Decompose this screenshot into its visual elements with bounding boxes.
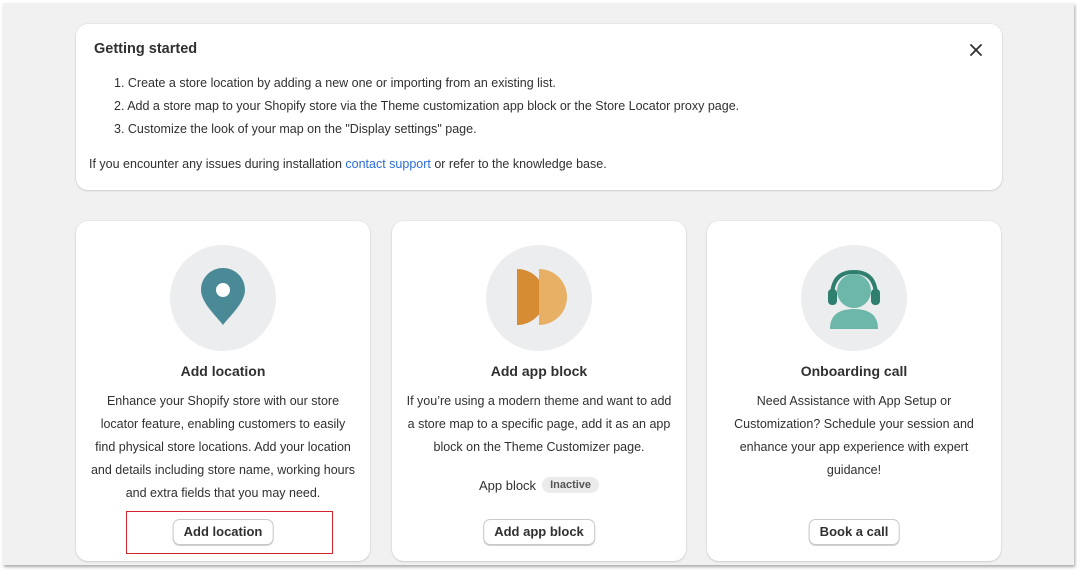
- close-icon[interactable]: [966, 40, 986, 60]
- map-pin-icon: [170, 245, 276, 351]
- card-description: Need Assistance with App Setup or Custom…: [734, 394, 974, 477]
- footer-prefix: If you encounter any issues during insta…: [89, 157, 346, 171]
- getting-started-title: Getting started: [94, 41, 198, 57]
- step-item: 1. Create a store location by adding a n…: [114, 76, 556, 90]
- contact-support-link[interactable]: contact support: [345, 157, 430, 171]
- add-app-block-card: Add app block If you’re using a modern t…: [392, 221, 686, 561]
- card-description: Enhance your Shopify store with our stor…: [90, 394, 356, 500]
- card-title: Onboarding call: [800, 363, 908, 379]
- status-badge: Inactive: [542, 477, 600, 493]
- status-label: App block: [478, 477, 537, 493]
- book-call-button[interactable]: Book a call: [808, 519, 900, 545]
- getting-started-steps: 1. Create a store location by adding a n…: [114, 72, 974, 141]
- add-location-button[interactable]: Add location: [172, 519, 274, 545]
- app-block-icon: [486, 245, 592, 351]
- app-block-status: App block Inactive: [392, 477, 686, 493]
- add-location-card: Add location Enhance your Shopify store …: [76, 221, 370, 561]
- add-app-block-button[interactable]: Add app block: [483, 519, 595, 545]
- headset-person-icon: [801, 245, 907, 351]
- getting-started-panel: Getting started 1. Create a store locati…: [76, 24, 1002, 190]
- footer-suffix: or refer to the knowledge base.: [430, 157, 607, 171]
- getting-started-footer: If you encounter any issues during insta…: [89, 157, 607, 171]
- card-title: Add location: [180, 363, 266, 379]
- step-item: 2. Add a store map to your Shopify store…: [114, 99, 740, 113]
- onboarding-call-card: Onboarding call Need Assistance with App…: [707, 221, 1001, 561]
- card-title: Add app block: [490, 363, 588, 379]
- card-description: If you’re using a modern theme and want …: [406, 394, 672, 454]
- step-item: 3. Customize the look of your map on the…: [114, 122, 477, 136]
- app-frame: Getting started 1. Create a store locati…: [3, 3, 1074, 565]
